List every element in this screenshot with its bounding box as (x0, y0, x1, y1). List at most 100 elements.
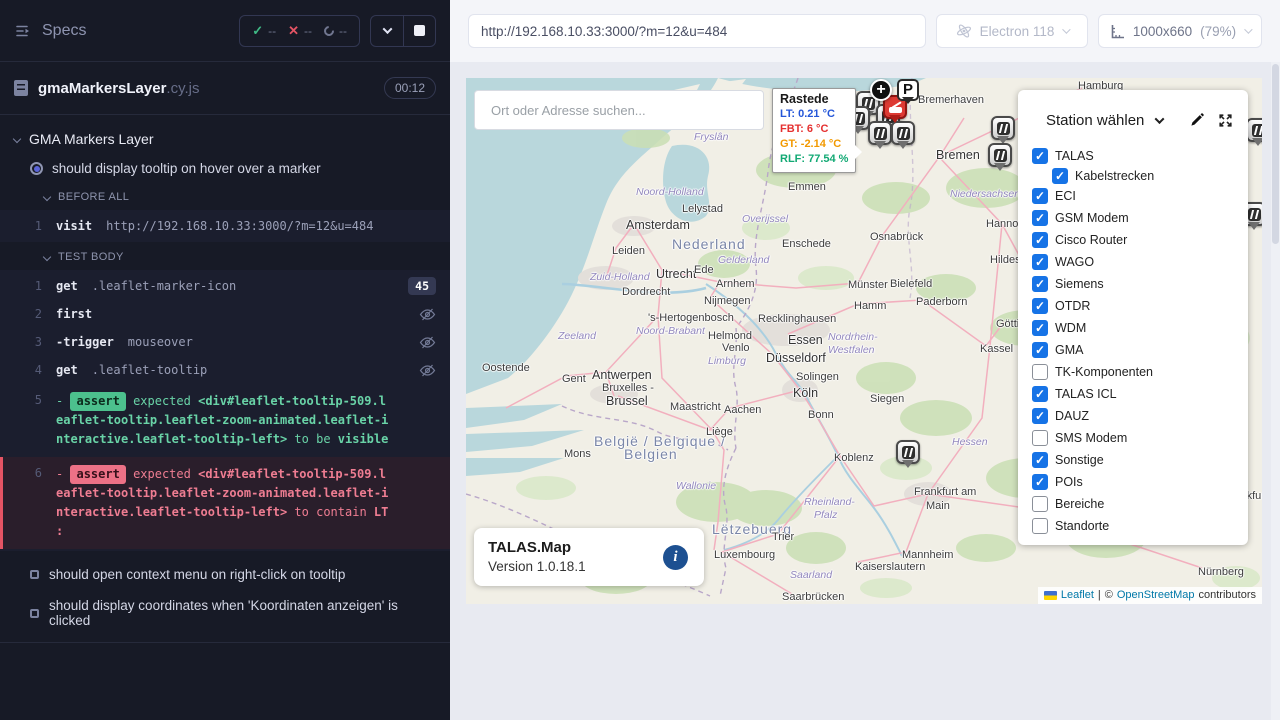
command-first[interactable]: 2 first (0, 300, 450, 328)
spec-row[interactable]: gmaMarkersLayer.cy.js 00:12 (0, 62, 450, 115)
hook-before-all[interactable]: BEFORE ALL (0, 182, 450, 210)
map-label: Mons (564, 448, 591, 460)
screen: Specs ✓-- ✕-- -- gmaMarkersLayer.cy.js 0… (0, 0, 1280, 720)
station-item[interactable]: ✓Siemens (1032, 273, 1248, 295)
assert-message: - assert expected <div#leaflet-tooltip-5… (56, 465, 392, 541)
search-input[interactable] (474, 90, 764, 130)
map-label: Belgien (624, 446, 678, 462)
pending-test-row[interactable]: should display coordinates when 'Koordin… (0, 590, 450, 636)
tooltip-row: RLF: 77.54 % (780, 152, 848, 167)
specs-list-icon[interactable] (14, 22, 32, 40)
osm-link[interactable]: OpenStreetMap (1117, 589, 1195, 601)
marker-tooltip[interactable]: Rastede LT: 0.21 °CFBT: 6 °CGT: -2.14 °C… (772, 88, 856, 173)
checkbox[interactable]: ✓ (1032, 276, 1048, 292)
suite-row[interactable]: GMA Markers Layer (0, 121, 450, 155)
station-marker[interactable] (988, 143, 1012, 167)
checkbox[interactable]: ✓ (1032, 298, 1048, 314)
station-item[interactable]: ✓Kabelstrecken (1032, 167, 1248, 185)
map-label: Bielefeld (890, 278, 932, 290)
scrollbar-thumb[interactable] (1272, 64, 1279, 244)
tooltip-row: FBT: 6 °C (780, 122, 848, 137)
map-label: Amsterdam (626, 218, 690, 232)
station-item[interactable]: ✓Sonstige (1032, 449, 1248, 471)
stat-pending[interactable]: -- (324, 24, 347, 38)
version-box: TALAS.Map Version 1.0.18.1 i (474, 528, 704, 586)
checkbox[interactable]: ✓ (1032, 474, 1048, 490)
station-marker[interactable] (896, 440, 920, 464)
station-item[interactable]: ✓GMA (1032, 339, 1248, 361)
map-label: Pfalz (814, 509, 837, 521)
station-item[interactable]: ✓WAGO (1032, 251, 1248, 273)
checkbox[interactable] (1032, 364, 1048, 380)
station-item[interactable]: ✓GSM Modem (1032, 207, 1248, 229)
map-label: Bruxelles - (602, 382, 654, 394)
checkbox[interactable] (1032, 518, 1048, 534)
checkbox[interactable]: ✓ (1032, 320, 1048, 336)
stat-passed[interactable]: ✓-- (252, 23, 276, 39)
assert-passed[interactable]: 5 - assert expected <div#leaflet-tooltip… (0, 384, 450, 457)
active-test-row[interactable]: should display tooltip on hover over a m… (0, 155, 450, 182)
viewport-selector[interactable]: 1000x660 (79%) (1098, 14, 1262, 48)
tooltip-row: GT: -2.14 °C (780, 137, 848, 152)
stop-button[interactable] (403, 16, 435, 46)
checkbox[interactable] (1032, 496, 1048, 512)
station-item[interactable]: ✓OTDR (1032, 295, 1248, 317)
station-item[interactable]: ✓Cisco Router (1032, 229, 1248, 251)
chevron-down-icon[interactable] (1155, 114, 1165, 124)
assert-failed[interactable]: 6 - assert expected <div#leaflet-tooltip… (0, 457, 450, 549)
station-item[interactable]: ✓POIs (1032, 471, 1248, 493)
checkbox[interactable]: ✓ (1032, 148, 1048, 164)
checkbox[interactable]: ✓ (1032, 408, 1048, 424)
scrollbar[interactable] (1271, 62, 1280, 720)
plus-marker[interactable]: + (870, 79, 892, 101)
hook-test-body[interactable]: TEST BODY (0, 242, 450, 270)
checkbox[interactable]: ✓ (1032, 386, 1048, 402)
leaflet-link[interactable]: Leaflet (1061, 589, 1094, 601)
map-label: Ede (694, 264, 714, 276)
checkbox[interactable]: ✓ (1032, 342, 1048, 358)
stat-failed[interactable]: ✕-- (288, 23, 312, 39)
station-item[interactable]: ✓TALAS (1032, 145, 1248, 167)
collapse-button[interactable] (371, 16, 403, 46)
station-item[interactable]: TK-Komponenten (1032, 361, 1248, 383)
station-item[interactable]: Bereiche (1032, 493, 1248, 515)
map-label: Saarland (790, 569, 832, 581)
map-canvas[interactable]: HamburgBremerhavenBremenNiedersachsenHan… (466, 78, 1262, 604)
checkbox[interactable]: ✓ (1032, 210, 1048, 226)
station-item[interactable]: ✓ECI (1032, 185, 1248, 207)
station-select[interactable]: Station wählen (1046, 112, 1144, 129)
chevron-down-icon (13, 135, 21, 143)
command-trigger[interactable]: 3 -trigger mouseover (0, 328, 450, 356)
pending-test-row[interactable]: should open context menu on right-click … (0, 559, 450, 590)
station-item[interactable]: SMS Modem (1032, 427, 1248, 449)
checkbox[interactable]: ✓ (1052, 168, 1068, 184)
command-get[interactable]: 1 get .leaflet-marker-icon 45 (0, 272, 450, 300)
station-marker[interactable] (991, 116, 1015, 140)
checkbox[interactable]: ✓ (1032, 188, 1048, 204)
map-label: Main (926, 500, 950, 512)
browser-selector[interactable]: Electron 118 (936, 14, 1088, 48)
map-label: Aachen (724, 404, 761, 416)
station-item[interactable]: Standorte (1032, 515, 1248, 537)
parking-marker[interactable]: P (897, 79, 919, 101)
checkbox[interactable] (1032, 430, 1048, 446)
map-label: Nijmegen (704, 295, 750, 307)
aut-topbar: Electron 118 1000x660 (79%) (450, 0, 1280, 62)
map-label: Nürnberg (1198, 566, 1244, 578)
checkbox[interactable]: ✓ (1032, 232, 1048, 248)
station-marker[interactable] (1246, 118, 1262, 142)
map-label: Westfalen (828, 344, 875, 356)
run-stats[interactable]: ✓-- ✕-- -- (239, 15, 360, 47)
edit-pencil-icon[interactable] (1188, 112, 1205, 129)
checkbox[interactable]: ✓ (1032, 254, 1048, 270)
station-item[interactable]: ✓DAUZ (1032, 405, 1248, 427)
command-visit[interactable]: 1 visit http://192.168.10.33:3000/?m=12&… (0, 212, 450, 240)
map-label: Nordrhein- (828, 331, 878, 343)
expand-icon[interactable] (1217, 112, 1234, 129)
info-icon[interactable]: i (663, 545, 688, 570)
checkbox[interactable]: ✓ (1032, 452, 1048, 468)
station-item[interactable]: ✓TALAS ICL (1032, 383, 1248, 405)
station-item[interactable]: ✓WDM (1032, 317, 1248, 339)
url-input[interactable] (468, 14, 926, 48)
command-get-tooltip[interactable]: 4 get .leaflet-tooltip (0, 356, 450, 384)
